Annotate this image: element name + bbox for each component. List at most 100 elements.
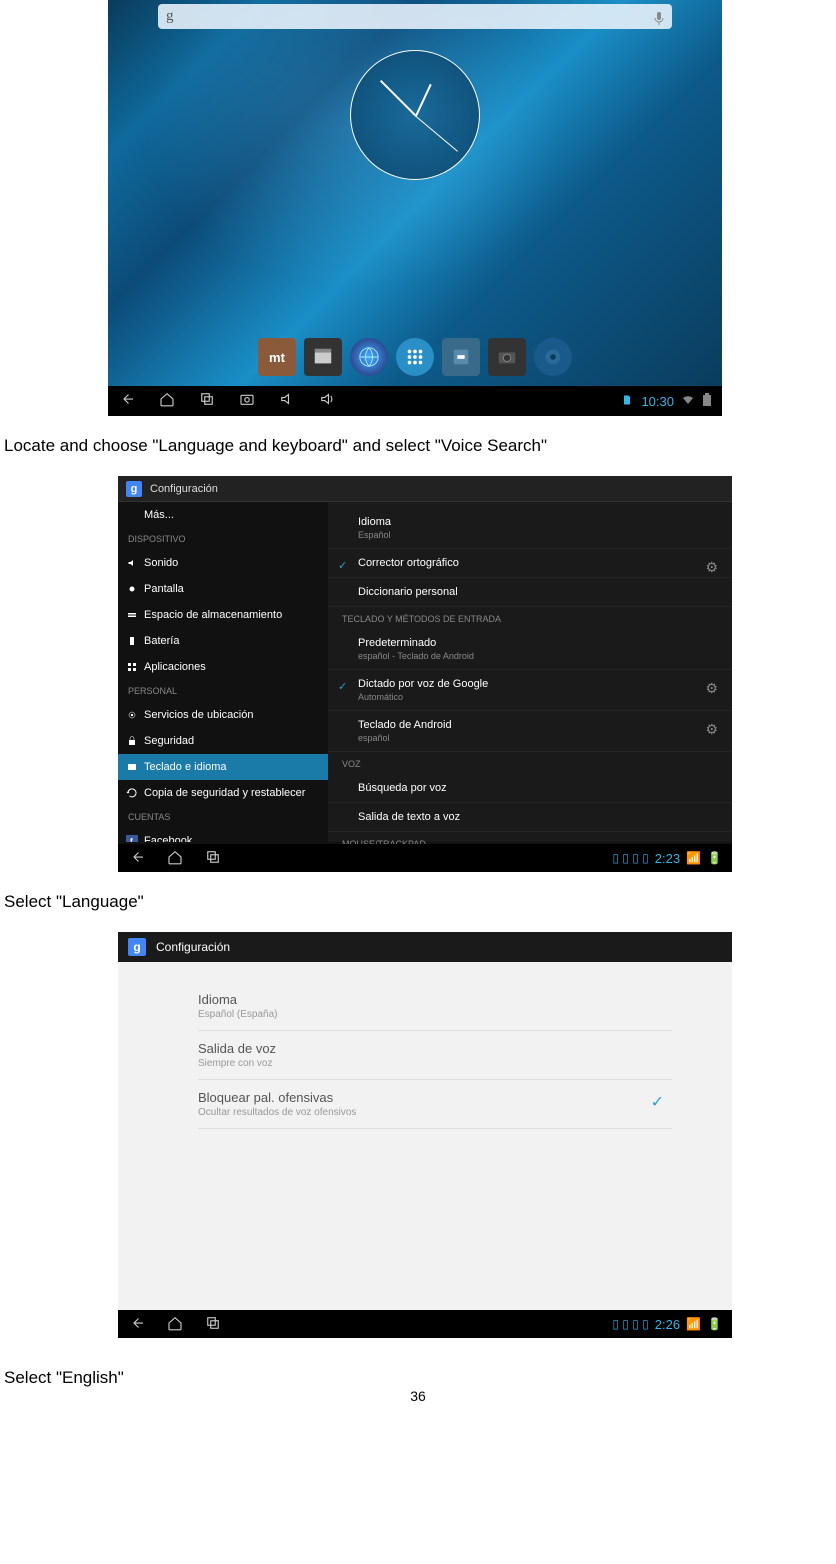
system-nav-bar: ▯ ▯ ▯ ▯ 2:23 📶 🔋	[118, 844, 732, 872]
setting-item-voice-output[interactable]: Salida de voz Siempre con voz	[198, 1031, 672, 1080]
settings-header: g Configuración	[118, 932, 732, 962]
apps-icon	[126, 661, 138, 673]
sidebar-item-facebook[interactable]: fFacebook	[118, 828, 328, 842]
settings-slider-icon[interactable]: ⚙	[705, 559, 718, 576]
check-icon: ✓	[338, 680, 347, 693]
check-icon[interactable]: ✓	[651, 1092, 664, 1112]
setting-item-block-offensive[interactable]: Bloquear pal. ofensivas Ocultar resultad…	[198, 1080, 672, 1129]
location-icon	[126, 709, 138, 721]
setting-category-voice: VOZ	[328, 752, 732, 774]
google-g-icon: g	[128, 938, 146, 956]
page-number: 36	[410, 1388, 426, 1404]
system-nav-bar: ▯ ▯ ▯ ▯ 2:26 📶 🔋	[118, 1310, 732, 1338]
sidebar-category-device: DISPOSITIVO	[118, 528, 328, 550]
volume-up-icon[interactable]	[318, 390, 336, 413]
recent-apps-icon[interactable]	[204, 848, 222, 869]
setting-item-tts[interactable]: Salida de texto a voz	[328, 803, 732, 832]
back-icon[interactable]	[128, 848, 146, 869]
sidebar-item-backup[interactable]: Copia de seguridad y restablecer	[118, 780, 328, 806]
dock-app-filemanager[interactable]: mt	[258, 338, 296, 376]
status-icon: ▯ ▯ ▯ ▯	[612, 851, 648, 865]
status-wifi-icon	[682, 394, 694, 409]
display-icon	[126, 583, 138, 595]
settings-slider-icon[interactable]: ⚙	[705, 721, 718, 738]
clock-minute-hand	[380, 80, 417, 117]
lock-icon	[126, 735, 138, 747]
settings-header: g Configuración	[118, 476, 732, 502]
system-nav-bar: 10:30	[108, 386, 722, 416]
home-icon[interactable]	[166, 1314, 184, 1335]
dock-app-drawer[interactable]	[396, 338, 434, 376]
settings-detail-panel: Idioma Español ✓ Corrector ortográfico ⚙…	[328, 502, 732, 842]
sidebar-item-storage[interactable]: Espacio de almacenamiento	[118, 602, 328, 628]
setting-item-default-kb[interactable]: Predeterminado español - Teclado de Andr…	[328, 629, 732, 670]
setting-item-google-voice-typing[interactable]: ✓ Dictado por voz de Google Automático ⚙	[328, 670, 732, 711]
dock-app-browser[interactable]	[350, 338, 388, 376]
settings-content: Idioma Español (España) Salida de voz Si…	[118, 962, 732, 1129]
sidebar-item-apps[interactable]: Aplicaciones	[118, 654, 328, 680]
setting-item-idioma[interactable]: Idioma Español	[328, 508, 732, 549]
settings-title: Configuración	[150, 483, 218, 495]
dock-app-settings[interactable]	[442, 338, 480, 376]
setting-item-android-keyboard[interactable]: Teclado de Android español ⚙	[328, 711, 732, 752]
setting-item-idioma[interactable]: Idioma Español (España)	[198, 982, 672, 1031]
app-dock: mt	[258, 338, 572, 376]
status-time: 2:23	[655, 851, 680, 866]
google-g-icon: g	[126, 481, 142, 497]
home-icon[interactable]	[158, 390, 176, 413]
status-icon: ▯ ▯ ▯ ▯	[612, 1317, 648, 1331]
sidebar-category-personal: PERSONAL	[118, 680, 328, 702]
clock-hour-hand	[415, 84, 432, 117]
sidebar-item-battery[interactable]: Batería	[118, 628, 328, 654]
back-icon[interactable]	[128, 1314, 146, 1335]
language-icon	[126, 761, 138, 773]
sidebar-item-security[interactable]: Seguridad	[118, 728, 328, 754]
recent-apps-icon[interactable]	[204, 1314, 222, 1335]
setting-item-voice-search[interactable]: Búsqueda por voz	[328, 774, 732, 803]
status-sdcard-icon	[621, 394, 633, 409]
status-wifi-icon: 📶	[686, 1317, 701, 1331]
status-battery-icon: 🔋	[707, 851, 722, 865]
instruction-text-1: Locate and choose "Language and keyboard…	[4, 436, 836, 456]
status-time: 10:30	[641, 394, 674, 409]
status-time: 2:26	[655, 1317, 680, 1332]
clock-widget[interactable]	[350, 50, 480, 180]
status-battery-icon: 🔋	[707, 1317, 722, 1331]
dock-app-camera[interactable]	[488, 338, 526, 376]
facebook-icon: f	[126, 835, 138, 842]
setting-item-dictionary[interactable]: Diccionario personal	[328, 578, 732, 607]
screenshot-icon[interactable]	[238, 390, 256, 413]
sidebar-item-display[interactable]: Pantalla	[118, 576, 328, 602]
settings-sidebar: Más... DISPOSITIVO Sonido Pantalla Espac…	[118, 502, 328, 842]
google-g-icon: g	[166, 8, 174, 25]
sidebar-item-sound[interactable]: Sonido	[118, 550, 328, 576]
dock-app-music[interactable]	[534, 338, 572, 376]
setting-category-keyboard: TECLADO Y MÉTODOS DE ENTRADA	[328, 607, 732, 629]
instruction-text-3: Select "English"	[4, 1368, 836, 1388]
mic-icon[interactable]	[654, 10, 664, 24]
svg-text:f: f	[130, 837, 133, 842]
sidebar-item-more[interactable]: Más...	[118, 502, 328, 528]
volume-down-icon[interactable]	[278, 390, 296, 413]
dock-app-video[interactable]	[304, 338, 342, 376]
storage-icon	[126, 609, 138, 621]
sidebar-item-language-keyboard[interactable]: Teclado e idioma	[118, 754, 328, 780]
sidebar-category-accounts: CUENTAS	[118, 806, 328, 828]
backup-icon	[126, 787, 138, 799]
screenshot-voice-search-settings: g Configuración Idioma Español (España) …	[118, 932, 732, 1338]
screenshot-homescreen: g mt 10:30	[108, 0, 722, 416]
instruction-text-2: Select "Language"	[4, 892, 836, 912]
recent-apps-icon[interactable]	[198, 390, 216, 413]
volume-icon	[126, 557, 138, 569]
status-wifi-icon: 📶	[686, 851, 701, 865]
home-icon[interactable]	[166, 848, 184, 869]
settings-slider-icon[interactable]: ⚙	[705, 680, 718, 697]
back-icon[interactable]	[118, 390, 136, 413]
settings-title: Configuración	[156, 940, 230, 954]
check-icon: ✓	[338, 559, 347, 572]
battery-icon	[126, 635, 138, 647]
search-bar[interactable]: g	[158, 4, 672, 29]
screenshot-settings-language: g Configuración Más... DISPOSITIVO Sonid…	[118, 476, 732, 872]
sidebar-item-location[interactable]: Servicios de ubicación	[118, 702, 328, 728]
setting-item-spellcheck[interactable]: ✓ Corrector ortográfico ⚙	[328, 549, 732, 578]
